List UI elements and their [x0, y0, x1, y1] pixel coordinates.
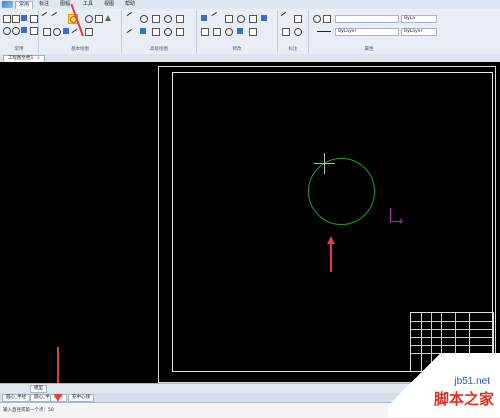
dimension-icon[interactable] [280, 11, 290, 22]
panel-label: 常用 [14, 47, 24, 52]
text-tool-icon[interactable] [43, 28, 51, 36]
ribbon-tabs: 常用 标注 图幅 工具 视图 帮助 [0, 0, 500, 9]
linetype-swatch [317, 31, 331, 32]
scale-icon[interactable] [261, 15, 267, 21]
linetype-select[interactable]: ByLayer [335, 28, 399, 36]
tab-view[interactable]: 视图 [101, 1, 117, 8]
document-tab-title: 工程图文档1 [8, 56, 34, 61]
watermark: jb51.net 脚本之家 [388, 353, 500, 417]
panel-common: 常用 [0, 10, 39, 53]
polygon-tool-icon[interactable] [105, 15, 111, 21]
wheel-icon[interactable] [164, 15, 172, 23]
text-label-icon[interactable] [294, 15, 302, 23]
ucs-icon-y-axis [390, 208, 391, 222]
layer-manager-icon[interactable] [323, 15, 331, 23]
annotation-arrow-circle [330, 242, 332, 272]
ellipse-tool-icon[interactable] [53, 28, 61, 36]
panel-advanced-drawing: 高级绘图 [122, 10, 197, 53]
panel-label: 修改 [232, 47, 242, 52]
app-logo-icon[interactable] [2, 1, 13, 8]
stretch-icon[interactable] [249, 28, 257, 36]
redo-icon[interactable] [12, 27, 20, 35]
trim-icon[interactable] [211, 11, 221, 22]
annotation-arrowhead-circle [327, 236, 335, 244]
panel-modify: 修改 [197, 10, 278, 53]
paste-icon[interactable] [30, 15, 38, 23]
hole-icon[interactable] [152, 15, 160, 23]
rectangle-tool-icon[interactable] [95, 15, 103, 23]
save-icon[interactable] [12, 15, 20, 23]
undo-icon[interactable] [3, 27, 11, 35]
polyline-tool-icon[interactable] [51, 11, 61, 22]
properties-icon[interactable] [21, 27, 27, 33]
title-block-rule [411, 345, 493, 346]
title-block-rule [411, 337, 493, 338]
mirror-icon[interactable] [249, 15, 257, 23]
ribbon: 常用 标注 图幅 工具 视图 帮助 常用 基本绘图 高级绘图 修改 标注 ByL… [0, 0, 500, 55]
tab-common[interactable]: 常用 [15, 1, 34, 9]
tab-help[interactable]: 帮助 [122, 1, 138, 8]
open-icon[interactable] [3, 15, 11, 23]
panel-dimension: 标注 [278, 10, 309, 53]
fillet-icon[interactable] [213, 28, 221, 36]
panel-label: 属性 [364, 47, 374, 52]
watermark-name: 脚本之家 [433, 390, 494, 408]
command-tab[interactable]: 充中心线 [68, 394, 94, 402]
library-icon[interactable] [176, 28, 184, 36]
cursor-crosshair-vertical [324, 153, 325, 174]
rotate-icon[interactable] [237, 15, 245, 23]
block-icon[interactable] [140, 28, 146, 34]
annotation-arrowhead-command [54, 394, 62, 402]
equidistant-icon[interactable] [140, 15, 148, 23]
drawn-circle[interactable] [308, 158, 375, 225]
image-icon[interactable] [152, 28, 160, 36]
move-icon[interactable] [225, 15, 233, 23]
layer-select[interactable] [335, 15, 399, 23]
tab-dimension[interactable]: 标注 [36, 1, 52, 8]
command-tab[interactable]: 圆心_半径 [2, 394, 31, 402]
line-tool-icon[interactable] [41, 11, 51, 22]
arc-tool-icon[interactable] [85, 15, 93, 23]
panel-label: 标注 [288, 47, 298, 52]
point-tool-icon[interactable] [85, 28, 93, 36]
tab-model[interactable]: 模型 [30, 385, 47, 393]
offset-icon[interactable] [201, 28, 209, 36]
hatch-tool-icon[interactable] [63, 28, 69, 34]
copy-icon[interactable] [21, 15, 27, 21]
tab-tools[interactable]: 工具 [80, 1, 96, 8]
gear-icon[interactable] [164, 28, 172, 36]
tolerance-icon[interactable] [294, 28, 302, 36]
centerline-icon[interactable] [126, 11, 136, 22]
panel-properties: ByLa ByLayer ByLayer 属性 [309, 10, 500, 53]
layer-state-icon[interactable] [313, 15, 321, 23]
lineweight-select[interactable]: ByLa [401, 15, 437, 23]
close-icon[interactable]: × [36, 56, 40, 61]
watermark-site: jb51.net [454, 376, 490, 387]
delete-icon[interactable] [201, 15, 207, 21]
roughness-icon[interactable] [282, 28, 290, 36]
drawing-canvas[interactable] [0, 62, 500, 397]
color-select[interactable]: ByLayer [401, 28, 437, 36]
title-block-rule [411, 321, 493, 322]
layer-icon[interactable] [30, 27, 38, 35]
wave-line-icon[interactable] [126, 28, 136, 39]
title-block-rule [411, 329, 493, 330]
panel-label: 高级绘图 [150, 47, 168, 52]
array-icon[interactable] [225, 28, 233, 36]
table-icon[interactable] [176, 15, 184, 23]
panel-label: 基本绘图 [71, 47, 89, 52]
explode-icon[interactable] [237, 28, 243, 34]
command-prompt: 输入直径或第一个点：50 [3, 408, 54, 413]
